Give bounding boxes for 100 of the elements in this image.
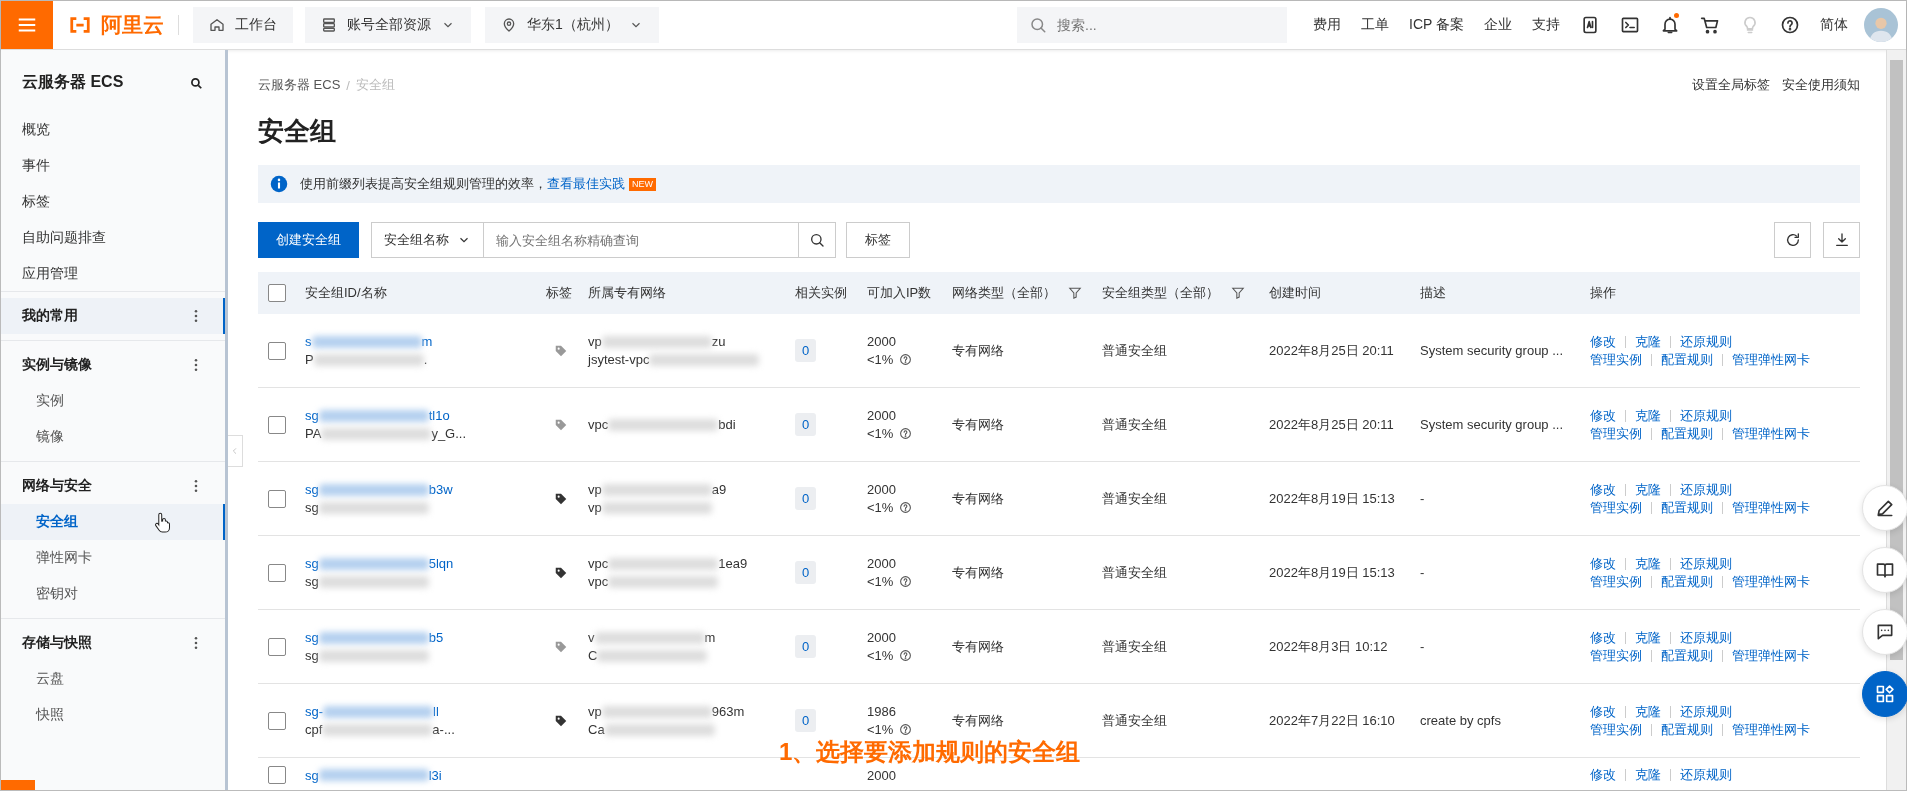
action-link[interactable]: 管理实例 — [1590, 424, 1642, 443]
action-link[interactable]: 克隆 — [1635, 702, 1661, 721]
action-link[interactable]: 管理弹性网卡 — [1732, 498, 1810, 517]
top-link[interactable]: 费用 — [1313, 16, 1341, 34]
sidebar-item[interactable]: 快照 — [1, 697, 225, 733]
breadcrumb-link[interactable]: 云服务器 ECS — [258, 76, 341, 94]
sidebar-item[interactable]: 安全组 — [1, 504, 225, 540]
action-link[interactable]: 还原规则 — [1680, 332, 1732, 351]
avatar[interactable] — [1864, 8, 1898, 42]
text-fragment[interactable]: sg — [305, 482, 319, 497]
action-link[interactable]: 还原规则 — [1680, 766, 1732, 784]
action-link[interactable]: 还原规则 — [1680, 628, 1732, 647]
action-link[interactable]: 克隆 — [1635, 554, 1661, 573]
action-link[interactable]: 修改 — [1590, 480, 1616, 499]
text-fragment[interactable]: m — [421, 334, 433, 349]
instance-count[interactable]: 0 — [795, 487, 817, 510]
action-link[interactable]: 管理弹性网卡 — [1732, 572, 1810, 591]
dropdown-button[interactable]: 华东1（杭州） — [485, 7, 659, 43]
filter-dropdown[interactable]: 安全组名称 — [371, 222, 484, 258]
text-fragment[interactable]: b5 — [428, 630, 444, 645]
action-link[interactable]: 配置规则 — [1661, 720, 1713, 739]
instance-count[interactable]: 0 — [795, 413, 817, 436]
text-fragment[interactable]: sg — [305, 408, 319, 423]
notice-link[interactable]: 查看最佳实践 — [547, 175, 625, 193]
text-fragment[interactable]: sg — [305, 556, 319, 571]
action-link[interactable]: 配置规则 — [1661, 350, 1713, 369]
action-link[interactable]: 管理弹性网卡 — [1732, 424, 1810, 443]
collapse-handle[interactable] — [228, 435, 243, 467]
action-link[interactable]: 管理实例 — [1590, 720, 1642, 739]
checkbox[interactable] — [268, 341, 286, 360]
action-link[interactable]: 配置规则 — [1661, 498, 1713, 517]
action-link[interactable]: 还原规则 — [1680, 554, 1732, 573]
dropdown-button[interactable]: 账号全部资源 — [305, 7, 471, 43]
create-button[interactable]: 创建安全组 — [258, 222, 359, 258]
top-link[interactable]: 工单 — [1361, 16, 1389, 34]
checkbox[interactable] — [268, 563, 286, 582]
menu-button[interactable] — [1, 1, 53, 49]
text-fragment[interactable]: l3i — [428, 767, 442, 783]
header-link[interactable]: 设置全局标签 — [1692, 76, 1770, 94]
top-link[interactable]: 企业 — [1484, 16, 1512, 34]
sidebar-group[interactable]: 网络与安全 — [1, 468, 225, 504]
instance-count[interactable]: 0 — [795, 709, 817, 732]
instance-count[interactable]: 0 — [795, 635, 817, 658]
sidebar-item[interactable]: 概览 — [1, 111, 225, 147]
action-link[interactable]: 修改 — [1590, 406, 1616, 425]
sidebar-item[interactable]: 弹性网卡 — [1, 540, 225, 576]
text-fragment[interactable]: ll — [433, 704, 439, 719]
sidebar-item[interactable]: 自助问题排查 — [1, 219, 225, 255]
sidebar-group[interactable]: 实例与镜像 — [1, 347, 225, 383]
sidebar-group[interactable]: 存储与快照 — [1, 625, 225, 661]
text-fragment[interactable]: sg — [305, 767, 319, 783]
action-link[interactable]: 克隆 — [1635, 480, 1661, 499]
sidebar-group[interactable]: 我的常用 — [1, 298, 225, 334]
action-link[interactable]: 克隆 — [1635, 332, 1661, 351]
download-button[interactable] — [1823, 222, 1860, 258]
tag-button[interactable]: 标签 — [846, 222, 910, 258]
checkbox[interactable] — [268, 711, 286, 730]
header-link[interactable]: 安全使用须知 — [1782, 76, 1860, 94]
sidebar-item[interactable]: 云盘 — [1, 661, 225, 697]
action-link[interactable]: 还原规则 — [1680, 406, 1732, 425]
top-link[interactable]: 支持 — [1532, 16, 1560, 34]
action-link[interactable]: 修改 — [1590, 702, 1616, 721]
action-link[interactable]: 配置规则 — [1661, 646, 1713, 665]
search-button[interactable] — [799, 222, 836, 258]
checkbox[interactable] — [268, 489, 286, 508]
sidebar-item[interactable]: 应用管理 — [1, 255, 225, 291]
workbench-button[interactable]: 工作台 — [193, 7, 293, 43]
action-link[interactable]: 修改 — [1590, 628, 1616, 647]
action-link[interactable]: 还原规则 — [1680, 480, 1732, 499]
action-link[interactable]: 管理弹性网卡 — [1732, 646, 1810, 665]
refresh-button[interactable] — [1774, 222, 1811, 258]
action-link[interactable]: 克隆 — [1635, 406, 1661, 425]
sidebar-item[interactable]: 实例 — [1, 383, 225, 419]
instance-count[interactable]: 0 — [795, 561, 817, 584]
action-link[interactable]: 修改 — [1590, 554, 1616, 573]
text-fragment[interactable]: sg — [305, 630, 319, 645]
floating-button[interactable] — [1862, 671, 1907, 717]
action-link[interactable]: 管理实例 — [1590, 350, 1642, 369]
action-link[interactable]: 配置规则 — [1661, 424, 1713, 443]
checkbox[interactable] — [268, 637, 286, 656]
search-input[interactable]: 输入安全组名称精确查询 — [484, 222, 799, 258]
action-link[interactable]: 管理实例 — [1590, 572, 1642, 591]
sidebar-item[interactable]: 密钥对 — [1, 576, 225, 612]
text-fragment[interactable]: sg- — [305, 704, 324, 719]
text-fragment[interactable]: b3w — [428, 482, 453, 497]
text-fragment[interactable]: s — [305, 334, 312, 349]
checkbox[interactable] — [268, 415, 286, 434]
sidebar-item[interactable]: 镜像 — [1, 419, 225, 455]
checkbox[interactable] — [268, 284, 286, 302]
action-link[interactable]: 管理弹性网卡 — [1732, 720, 1810, 739]
search-field[interactable]: 搜索... — [1017, 7, 1287, 43]
instance-count[interactable]: 0 — [795, 339, 817, 362]
action-link[interactable]: 修改 — [1590, 332, 1616, 351]
top-link[interactable]: ICP 备案 — [1409, 16, 1464, 34]
action-link[interactable]: 修改 — [1590, 766, 1616, 784]
text-fragment[interactable]: 5lqn — [428, 556, 454, 571]
action-link[interactable]: 管理实例 — [1590, 498, 1642, 517]
text-fragment[interactable]: tl1o — [428, 408, 450, 423]
checkbox[interactable] — [268, 766, 286, 784]
action-link[interactable]: 管理实例 — [1590, 646, 1642, 665]
